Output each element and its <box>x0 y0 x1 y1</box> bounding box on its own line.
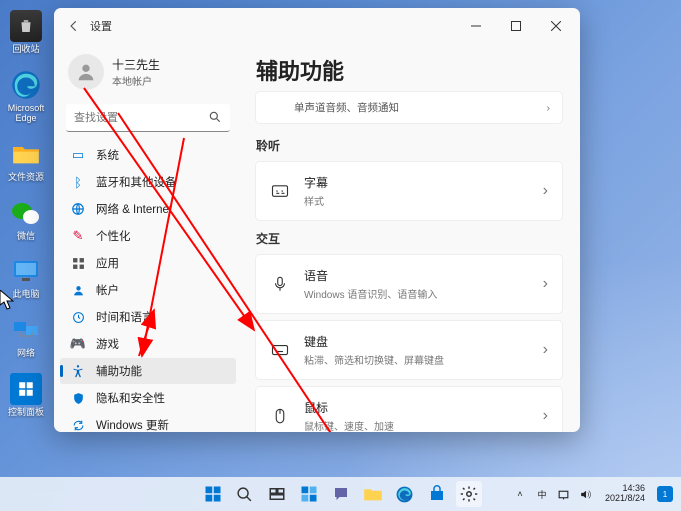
card-audio[interactable]: 单声道音频、音频通知 › <box>256 92 562 123</box>
search-icon <box>208 110 222 124</box>
nav-accessibility[interactable]: 辅助功能 <box>60 358 236 384</box>
maximize-button[interactable] <box>496 11 536 41</box>
network-icon <box>70 201 86 217</box>
desktop-icon-explorer[interactable]: 文件资源 <box>5 138 47 183</box>
card-keyboard[interactable]: 键盘 粘滞、筛选和切换键、屏幕键盘 › <box>256 321 562 379</box>
nav-bluetooth[interactable]: ᛒ蓝牙和其他设备 <box>60 169 236 195</box>
tray-chevron-icon[interactable]: ˄ <box>513 487 527 501</box>
shield-icon <box>70 390 86 406</box>
card-speech[interactable]: 语音 Windows 语音识别、语音输入 › <box>256 255 562 313</box>
taskbar-chat[interactable] <box>328 481 354 507</box>
taskbar-clock[interactable]: 14:36 2021/8/24 <box>605 484 645 504</box>
nav-privacy[interactable]: 隐私和安全性 <box>60 385 236 411</box>
chevron-right-icon: › <box>547 102 551 114</box>
bluetooth-icon: ᛒ <box>70 174 86 190</box>
chevron-right-icon: › <box>543 275 548 293</box>
settings-window: 设置 十三先生 本地帐户 ▭系统 ᛒ蓝牙和其他设备 网络 <box>54 8 580 432</box>
nav-personalize[interactable]: ✎个性化 <box>60 223 236 249</box>
user-name: 十三先生 <box>112 56 160 73</box>
card-mouse[interactable]: 鼠标 鼠标键、速度、加速 › <box>256 387 562 432</box>
user-account: 本地帐户 <box>112 73 160 88</box>
chevron-right-icon: › <box>543 407 548 425</box>
taskbar-widgets[interactable] <box>296 481 322 507</box>
close-button[interactable] <box>536 11 576 41</box>
nav-accounts[interactable]: 帐户 <box>60 277 236 303</box>
section-interact: 交互 <box>256 230 562 247</box>
nav-apps[interactable]: 应用 <box>60 250 236 276</box>
avatar <box>68 54 104 90</box>
main-panel: 辅助功能 单声道音频、音频通知 › 聆听 字幕 样式 › 交互 语音 Windo… <box>242 44 580 432</box>
back-button[interactable] <box>66 18 82 34</box>
clock-icon <box>70 309 86 325</box>
system-icon: ▭ <box>70 147 86 163</box>
start-button[interactable] <box>200 481 226 507</box>
gaming-icon: 🎮 <box>70 336 86 352</box>
desktop-icons: 回收站 Microsoft Edge 文件资源 微信 此电脑 网络 控制面板 <box>5 10 55 432</box>
search-box[interactable] <box>66 104 230 132</box>
taskbar-taskview[interactable] <box>264 481 290 507</box>
nav-network[interactable]: 网络 & Internet <box>60 196 236 222</box>
user-block[interactable]: 十三先生 本地帐户 <box>60 48 236 104</box>
person-icon <box>70 282 86 298</box>
mic-icon <box>270 274 290 294</box>
minimize-button[interactable] <box>456 11 496 41</box>
taskbar-edge[interactable] <box>392 481 418 507</box>
accessibility-icon <box>70 363 86 379</box>
keyboard-icon <box>270 340 290 360</box>
desktop-icon-wechat[interactable]: 微信 <box>5 197 47 242</box>
section-hearing: 聆听 <box>256 137 562 154</box>
tray-volume-icon[interactable] <box>579 487 593 501</box>
sidebar: 十三先生 本地帐户 ▭系统 ᛒ蓝牙和其他设备 网络 & Internet ✎个性… <box>54 44 242 432</box>
taskbar: ˄ 中 14:36 2021/8/24 1 <box>0 477 681 511</box>
apps-icon <box>70 255 86 271</box>
desktop-icon-network[interactable]: 网络 <box>5 314 47 359</box>
system-tray[interactable]: ˄ 中 14:36 2021/8/24 1 <box>513 484 681 504</box>
brush-icon: ✎ <box>70 228 86 244</box>
nav-system[interactable]: ▭系统 <box>60 142 236 168</box>
window-title: 设置 <box>90 18 112 34</box>
chevron-right-icon: › <box>543 341 548 359</box>
nav-time[interactable]: 时间和语言 <box>60 304 236 330</box>
mouse-icon <box>270 406 290 426</box>
page-heading: 辅助功能 <box>256 54 562 86</box>
desktop-icon-recycle[interactable]: 回收站 <box>5 10 47 55</box>
mouse-cursor <box>0 290 14 310</box>
taskbar-settings[interactable] <box>456 481 482 507</box>
desktop-icon-edge[interactable]: Microsoft Edge <box>5 69 47 124</box>
desktop-icon-control[interactable]: 控制面板 <box>5 373 47 418</box>
update-icon <box>70 417 86 432</box>
notification-badge[interactable]: 1 <box>657 486 673 502</box>
card-captions[interactable]: 字幕 样式 › <box>256 162 562 220</box>
chevron-right-icon: › <box>543 182 548 200</box>
captions-icon <box>270 181 290 201</box>
titlebar: 设置 <box>54 8 580 44</box>
taskbar-store[interactable] <box>424 481 450 507</box>
taskbar-explorer[interactable] <box>360 481 386 507</box>
nav-gaming[interactable]: 🎮游戏 <box>60 331 236 357</box>
search-input[interactable] <box>66 104 230 132</box>
nav-update[interactable]: Windows 更新 <box>60 412 236 432</box>
tray-network-icon[interactable] <box>557 487 571 501</box>
tray-ime-icon[interactable]: 中 <box>535 487 549 501</box>
taskbar-search[interactable] <box>232 481 258 507</box>
